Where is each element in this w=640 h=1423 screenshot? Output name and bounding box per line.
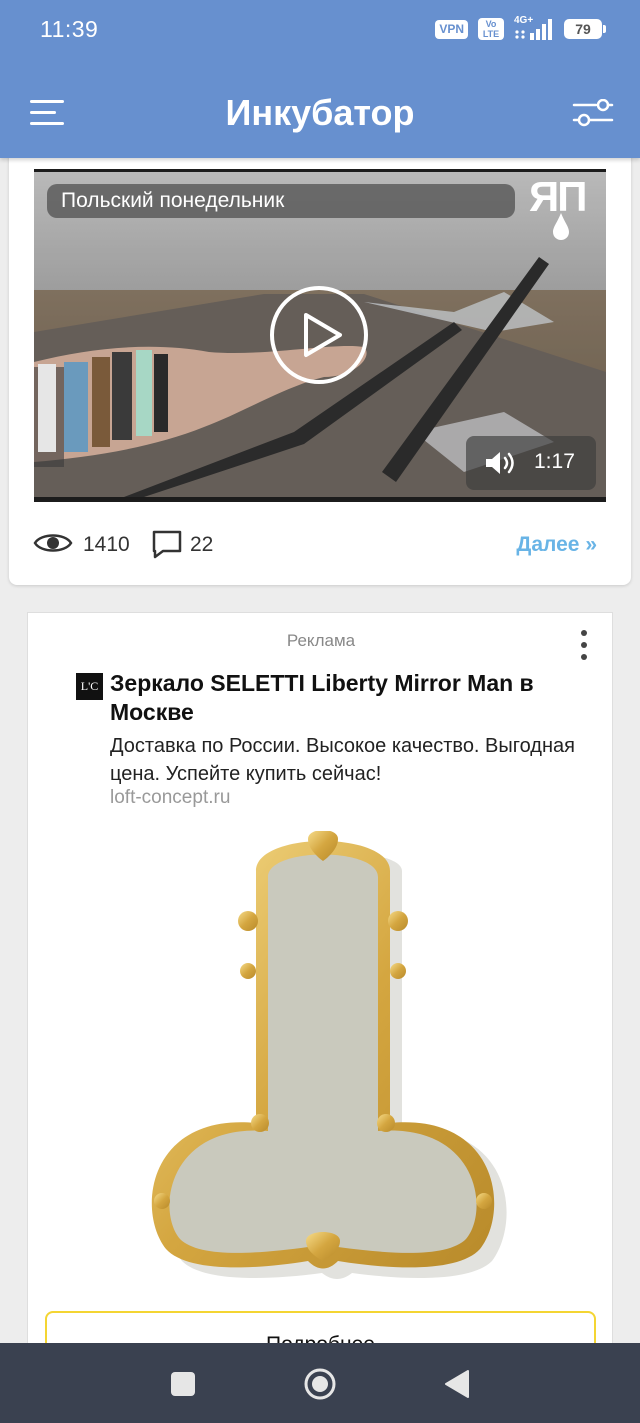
status-icons: VPN Vo LTE 4G+ 79: [435, 15, 606, 41]
ad-description: Доставка по России. Высокое качество. Вы…: [110, 735, 575, 785]
play-icon: [304, 313, 342, 357]
comments-count[interactable]: 22: [190, 533, 213, 557]
video-duration: 1:17: [534, 450, 575, 473]
mirror-product-image[interactable]: [138, 831, 508, 1291]
volte-top: Vo: [485, 19, 497, 29]
advertiser-logo-icon: L'C: [76, 673, 103, 700]
volte-bottom: LTE: [482, 29, 500, 39]
system-nav-bar: [0, 1343, 640, 1423]
triangle-back-icon[interactable]: [444, 1369, 470, 1399]
kebab-menu-icon[interactable]: [574, 629, 594, 663]
volte-icon: Vo LTE: [478, 18, 504, 40]
volume-icon[interactable]: [484, 449, 518, 477]
ad-title[interactable]: Зеркало SELETTI Liberty Mirror Man в Мос…: [110, 669, 580, 727]
yap-logo: ЯП: [529, 173, 593, 241]
status-time: 11:39: [40, 16, 99, 42]
ad-domain[interactable]: loft-concept.ru: [110, 787, 230, 809]
ad-label: Реклама: [286, 631, 356, 650]
vpn-badge: VPN: [435, 19, 468, 39]
video-player[interactable]: Польский понедельник ЯП 1:17: [34, 169, 606, 502]
battery-icon: 79: [564, 19, 606, 39]
circle-home-icon[interactable]: [303, 1367, 337, 1401]
app-bar: 11:39 VPN Vo LTE 4G+ 79 Инкубатор: [0, 0, 640, 158]
video-controls: 1:17: [466, 436, 596, 490]
eye-icon: [33, 534, 73, 552]
comment-icon[interactable]: [151, 529, 183, 559]
video-title: Польский понедельник: [47, 184, 515, 218]
post-card: Польский понедельник ЯП 1:17 1410 22 Дал…: [9, 140, 631, 585]
ad-card: Реклама L'C Зеркало SELETTI Liberty Mirr…: [27, 612, 613, 1381]
page-title: Инкубатор: [225, 92, 415, 133]
views-count: 1410: [83, 533, 130, 556]
play-button[interactable]: [270, 286, 368, 384]
square-recents-icon[interactable]: [171, 1372, 195, 1396]
read-more-link[interactable]: Далее »: [516, 533, 597, 557]
sliders-filter-icon[interactable]: [572, 99, 614, 127]
signal-icon: 4G+: [514, 15, 554, 40]
